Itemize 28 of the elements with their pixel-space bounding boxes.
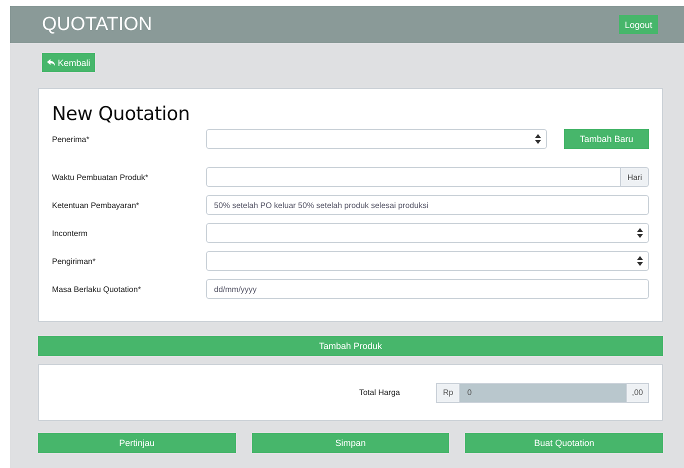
select-field[interactable] <box>206 251 649 271</box>
back-button[interactable]: Kembali <box>42 53 95 72</box>
reply-arrow-icon <box>46 59 55 66</box>
input-suffix: Hari <box>621 167 649 187</box>
logout-button[interactable]: Logout <box>619 15 658 34</box>
select-field[interactable] <box>206 223 649 243</box>
action-button[interactable]: Pertinjau <box>38 433 236 453</box>
select-caret-icon <box>637 228 643 238</box>
field-label: Penerima* <box>52 134 90 144</box>
field-label: Masa Berlaku Quotation* <box>52 284 142 294</box>
select-caret-icon <box>535 134 541 144</box>
action-button[interactable]: Simpan <box>252 433 450 453</box>
field-label: Waktu Pembuatan Produk* <box>52 172 150 182</box>
add-new-button[interactable]: Tambah Baru <box>564 129 649 149</box>
select-field[interactable] <box>206 129 547 149</box>
field-label: Inconterm <box>52 228 89 238</box>
input-field[interactable] <box>206 167 622 187</box>
add-product-button[interactable]: Tambah Produk <box>38 336 663 356</box>
form-title: New Quotation <box>52 103 191 125</box>
total-label: Total Harga <box>359 388 400 397</box>
app-title: QUOTATION <box>42 14 152 36</box>
action-button[interactable]: Buat Quotation <box>465 433 664 453</box>
input-field[interactable]: 50% setelah PO keluar 50% setelah produk selesai produksi <box>206 195 649 215</box>
total-field: Rp 0 ,00 <box>436 382 649 402</box>
field-label: Pengiriman* <box>52 256 97 266</box>
select-caret-icon <box>637 256 643 266</box>
field-label: Ketentuan Pembayaran* <box>52 200 140 210</box>
date-field[interactable]: dd/mm/yyyy <box>206 279 649 299</box>
